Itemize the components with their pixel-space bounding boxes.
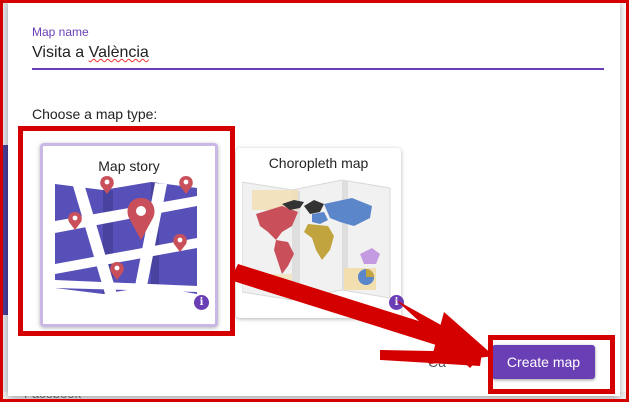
map-name-underline [32,68,604,70]
map-name-input[interactable]: Visita a València [32,44,149,62]
map-story-thumbnail [55,176,197,294]
choropleth-map-info-icon[interactable]: i [389,295,404,310]
map-story-card[interactable]: Map story i [40,143,218,327]
background-sidebar-accent [0,145,8,315]
choose-map-type-label: Choose a map type: [32,106,158,122]
map-story-title: Map story [98,158,160,174]
choropleth-map-thumbnail [242,179,391,301]
cancel-button[interactable]: Ca [428,354,446,370]
map-name-value-misspelled: València [88,44,149,61]
map-name-label: Map name [32,25,89,39]
map-story-info-icon[interactable]: i [194,295,209,310]
map-name-value-prefix: Visita a [32,44,89,61]
new-map-dialog: Map name Visita a València Choose a map … [8,0,620,396]
choropleth-map-card[interactable]: Choropleth map i [236,148,404,318]
create-map-button[interactable]: Create map [492,345,595,379]
choropleth-map-title: Choropleth map [268,155,369,171]
background-sidebar [0,0,8,402]
